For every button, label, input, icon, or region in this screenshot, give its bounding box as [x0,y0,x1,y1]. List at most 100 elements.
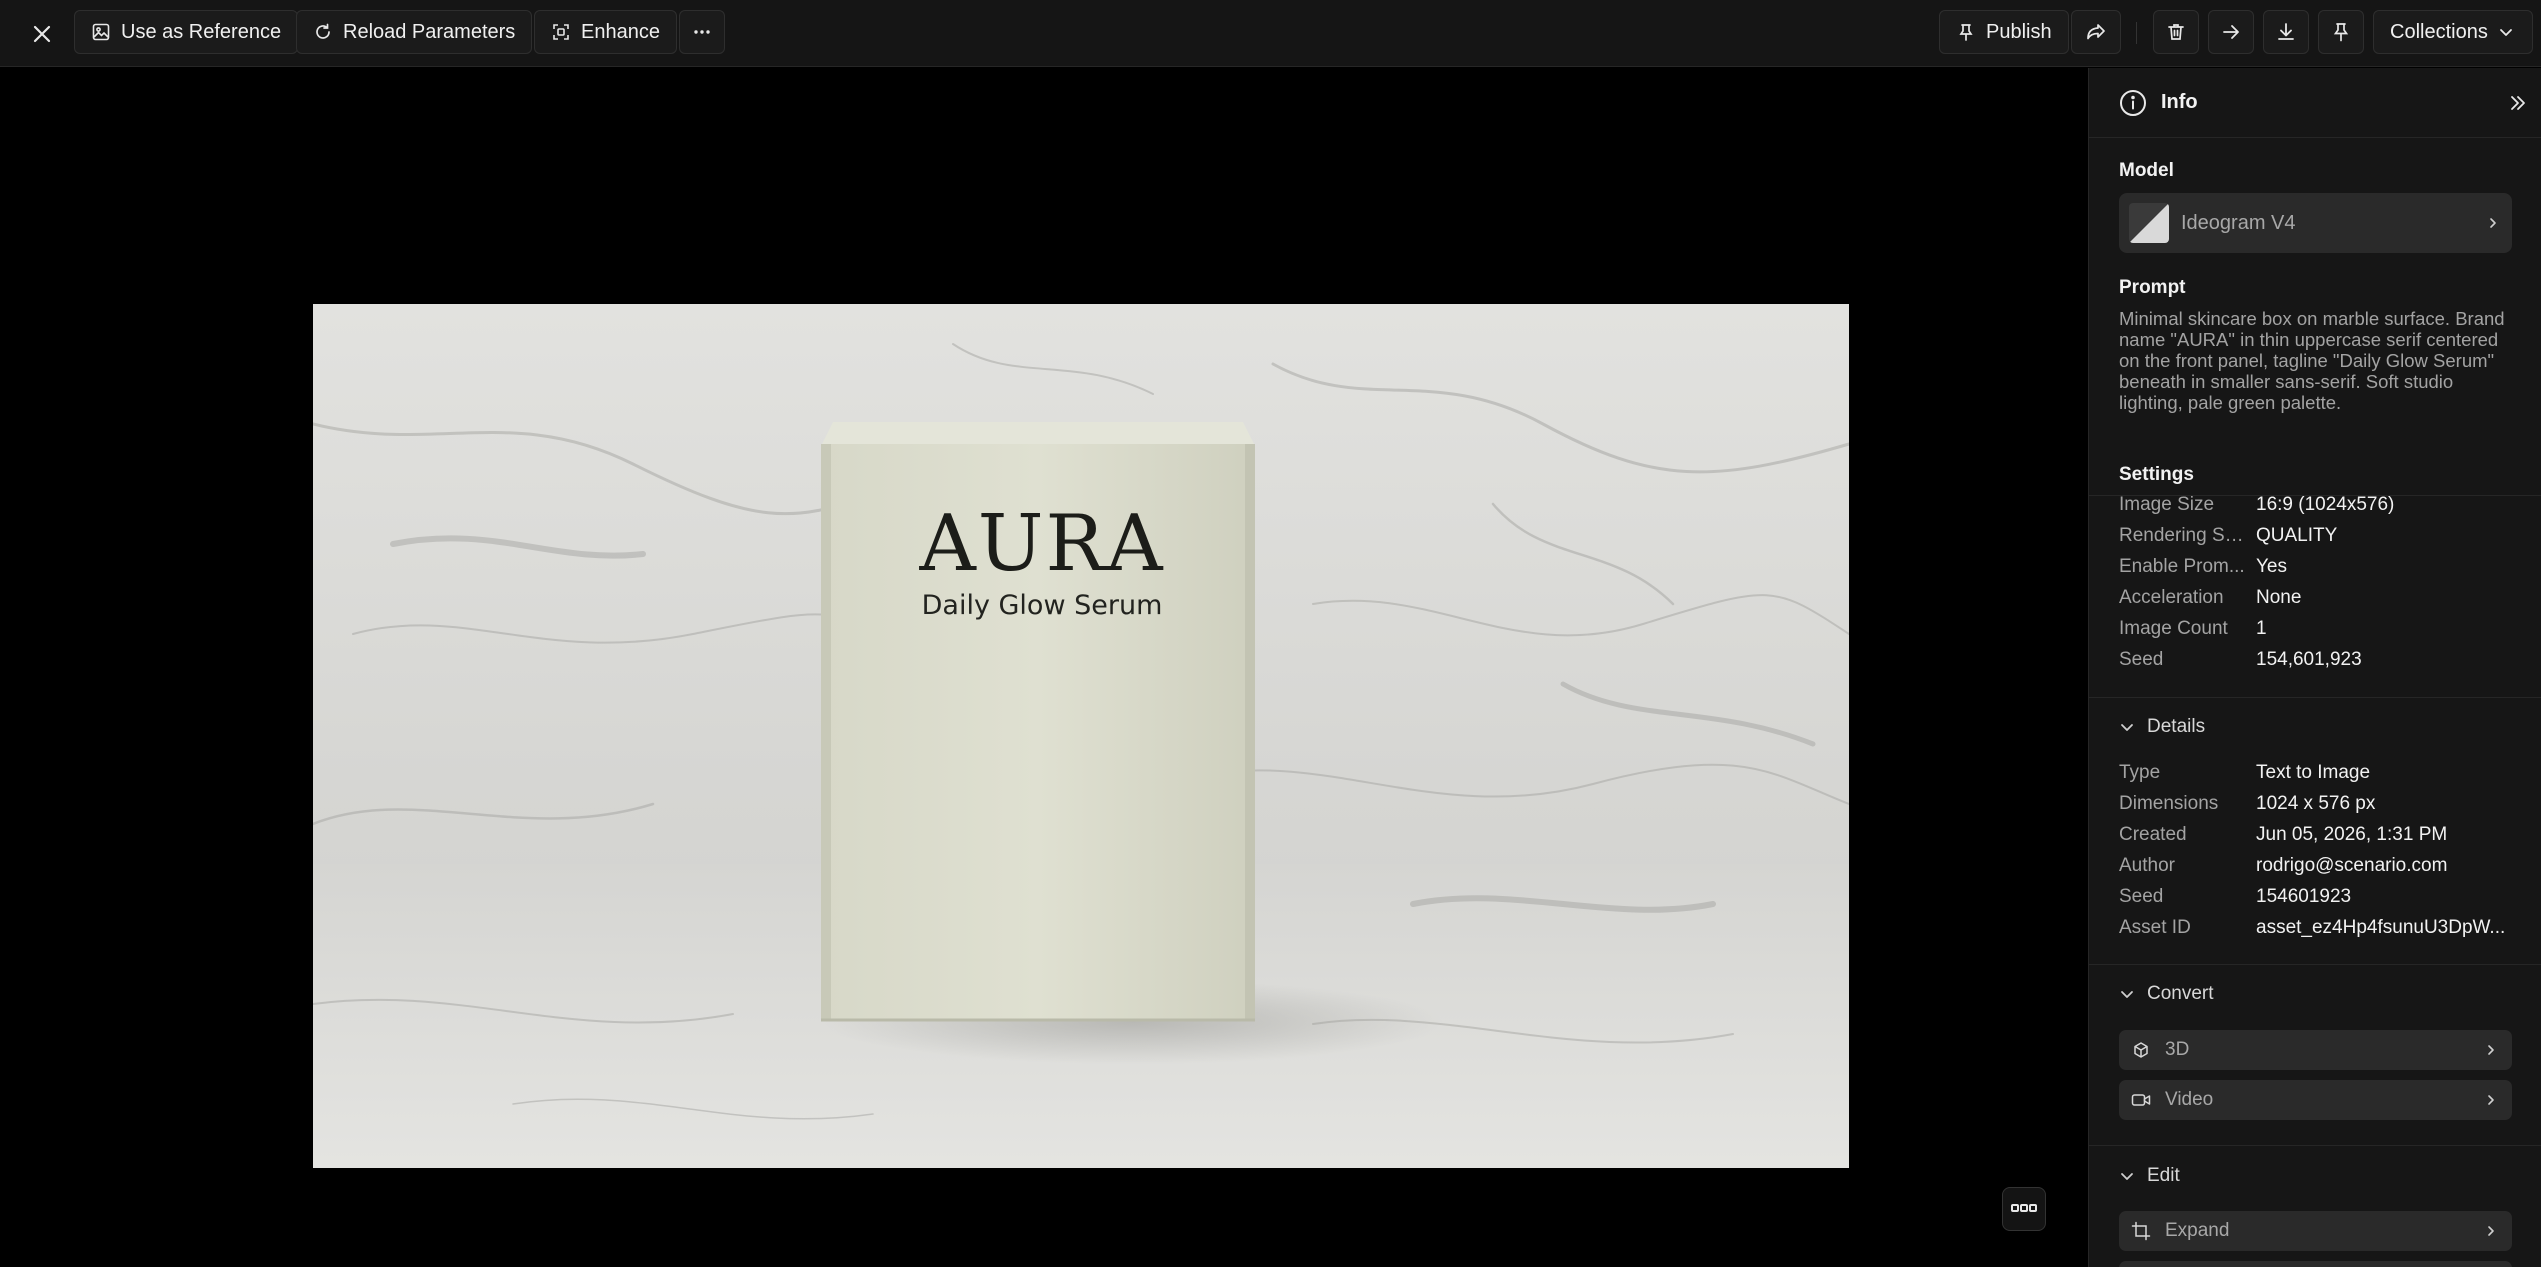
box-tagline-text: Daily Glow Serum [921,590,1163,621]
trash-icon [2168,24,2184,40]
toolbar-divider [2136,22,2137,44]
expand-icon [2131,1221,2151,1241]
settings-value: QUALITY [2256,524,2338,546]
cube-icon [2131,1040,2151,1060]
settings-row: Image Count 1 [2119,613,2529,644]
publish-label: Publish [1986,20,2052,43]
use-as-reference-label: Use as Reference [121,20,282,43]
details-value: 1024 x 576 px [2256,792,2376,814]
download-button[interactable] [2263,10,2309,54]
generated-image: AURA Daily Glow Serum [313,304,1849,1168]
chevron-right-icon [2482,1041,2500,1059]
info-panel-header: Info [2089,68,2541,138]
details-key: Author [2119,854,2175,876]
settings-key: Rendering Sp... [2119,524,2252,546]
collections-label: Collections [2390,20,2488,43]
edit-expand-button[interactable]: Expand [2119,1211,2512,1251]
chevron-right-icon [2482,1091,2500,1109]
divider [2089,1145,2541,1146]
pin-button[interactable] [2318,10,2364,54]
edit-expand-label: Expand [2165,1220,2230,1241]
settings-row: Enable Prom... Yes [2119,551,2529,582]
model-thumbnail [2129,203,2169,243]
details-row: Seed 154601923 [2119,881,2529,912]
settings-row: Seed 154,601,923 [2119,644,2529,675]
use-as-reference-button[interactable]: Use as Reference [74,10,299,54]
pin-icon [1959,24,1973,41]
details-row: Asset ID asset_ez4Hp4fsunuU3DpW... [2119,912,2529,943]
convert-section-label: Convert [2147,983,2214,1004]
details-value: 154601923 [2256,885,2352,907]
thumbnails-toggle-button[interactable] [2002,1187,2046,1231]
convert-3d-label: 3D [2165,1039,2190,1060]
details-row: Author rodrigo@scenario.com [2119,850,2529,881]
settings-value: 1 [2256,617,2267,639]
settings-value: 16:9 (1024x576) [2256,493,2395,515]
reload-parameters-label: Reload Parameters [343,20,516,43]
convert-video-button[interactable]: Video [2119,1080,2512,1120]
delete-button[interactable] [2153,10,2199,54]
settings-key: Image Size [2119,493,2215,515]
close-icon [33,25,51,43]
settings-key: Acceleration [2119,586,2224,608]
image-icon [92,23,110,41]
move-button[interactable] [2208,10,2254,54]
details-key: Dimensions [2119,792,2219,814]
convert-video-label: Video [2165,1089,2214,1110]
more-options-button[interactable] [679,10,725,54]
chevron-down-icon [2499,29,2512,36]
details-value[interactable]: rodrigo@scenario.com [2256,855,2529,877]
settings-row: Image Size 16:9 (1024x576) [2119,489,2529,520]
details-value[interactable]: asset_ez4Hp4fsunuU3DpW... [2256,917,2529,939]
chevron-down-icon [2121,724,2133,731]
chevron-right-icon [2484,214,2502,232]
download-icon [2278,23,2294,40]
image-canvas: AURA Daily Glow Serum [0,68,2088,1267]
collections-dropdown[interactable]: Collections [2373,10,2533,54]
chevron-right-icon [2482,1222,2500,1240]
prompt-section-label: Prompt [2119,277,2186,298]
enhance-icon [553,24,569,40]
settings-value: 154,601,923 [2256,648,2362,670]
details-key: Created [2119,823,2187,845]
enhance-label: Enhance [581,20,660,43]
enhance-button[interactable]: Enhance [534,10,677,54]
edit-next-button[interactable] [2119,1261,2512,1267]
grid-icon [2011,1204,2037,1212]
model-name: Ideogram V4 [2181,211,2296,234]
divider [2089,697,2541,698]
collapse-panel-button[interactable] [2505,90,2531,116]
edit-section-toggle[interactable]: Edit [2119,1165,2180,1187]
details-key: Seed [2119,885,2164,907]
share-button[interactable] [2071,10,2121,54]
details-key: Asset ID [2119,916,2191,938]
edit-section-label: Edit [2147,1165,2180,1186]
settings-value: None [2256,586,2302,608]
pin-icon [2333,23,2349,42]
details-row: Dimensions 1024 x 576 px [2119,788,2529,819]
arrow-right-icon [2223,25,2239,39]
more-icon [694,30,710,34]
close-button[interactable] [22,14,62,54]
top-toolbar: Use as Reference Reload Parameters Enhan… [0,0,2541,67]
settings-value: Yes [2256,555,2287,577]
box-brand-text: AURA [919,499,1165,589]
settings-key: Enable Prom... [2119,555,2245,577]
reload-parameters-button[interactable]: Reload Parameters [296,10,533,54]
model-selector[interactable]: Ideogram V4 [2119,193,2512,253]
info-panel-title: Info [2161,91,2198,113]
convert-section-toggle[interactable]: Convert [2119,983,2214,1005]
settings-key: Image Count [2119,617,2228,639]
convert-3d-button[interactable]: 3D [2119,1030,2512,1070]
prompt-text: Minimal skincare box on marble surface. … [2119,308,2505,413]
publish-button[interactable]: Publish [1939,10,2069,54]
details-section-toggle[interactable]: Details [2119,716,2205,738]
info-icon [2120,89,2146,116]
info-panel: Info Model Ideogram V4 Prompt Minimal sk… [2088,68,2541,1267]
divider [2089,964,2541,965]
settings-key: Seed [2119,648,2164,670]
settings-row: Rendering Sp... QUALITY [2119,520,2529,551]
settings-section-label: Settings [2119,464,2194,485]
settings-row: Acceleration None [2119,582,2529,613]
chevron-down-icon [2121,1173,2133,1180]
